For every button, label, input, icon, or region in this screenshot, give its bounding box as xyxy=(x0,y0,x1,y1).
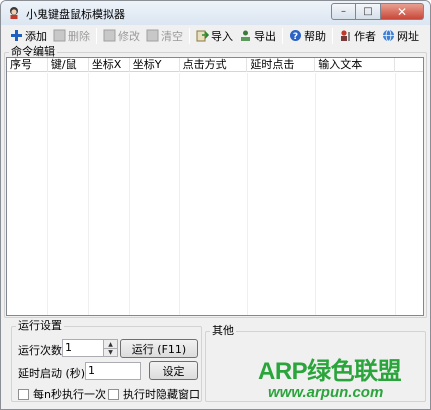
clear-button[interactable]: 清空 xyxy=(143,26,186,45)
export-label: 导出 xyxy=(254,29,276,43)
app-ghost-icon xyxy=(10,7,18,19)
delete-label: 删除 xyxy=(68,29,90,43)
clear-icon xyxy=(146,29,159,42)
other-label: 其他 xyxy=(210,324,236,337)
help-button[interactable]: ? 帮助 xyxy=(286,26,329,45)
run-count-label: 运行次数: xyxy=(18,344,66,357)
export-icon xyxy=(241,30,250,41)
toolbar-separator xyxy=(96,27,97,44)
title-bar[interactable]: 小鬼键盘鼠标模拟器 – □ ✕ xyxy=(1,1,430,25)
edit-label: 修改 xyxy=(118,29,140,43)
command-list-body[interactable] xyxy=(7,73,423,315)
author-label: 作者 xyxy=(354,29,376,43)
toolbar-separator xyxy=(189,27,190,44)
edit-icon xyxy=(103,29,116,42)
website-button[interactable]: 网址 xyxy=(379,26,422,45)
author-icon xyxy=(341,30,350,41)
window-title: 小鬼键盘鼠标模拟器 xyxy=(26,8,125,21)
column-header-x[interactable]: 坐标X xyxy=(89,58,130,72)
grid-column xyxy=(7,73,48,315)
run-button[interactable]: 运行 (F11) xyxy=(120,339,198,358)
column-header-click-mode[interactable]: 点击方式 xyxy=(180,58,248,72)
author-button[interactable]: 作者 xyxy=(336,26,379,45)
command-list-header: 序号 键/鼠 坐标X 坐标Y 点击方式 延时点击 输入文本 xyxy=(7,58,423,72)
add-button[interactable]: 添加 xyxy=(7,26,50,45)
import-label: 导入 xyxy=(211,29,233,43)
checkbox-hide-window-label: 执行时隐藏窗口 xyxy=(123,388,200,401)
grid-column xyxy=(180,73,248,315)
delay-start-input[interactable]: 1 xyxy=(85,362,141,380)
checkbox-hide-window[interactable]: 执行时隐藏窗口 xyxy=(108,386,200,402)
globe-icon xyxy=(383,29,394,42)
run-count-stepper[interactable]: ▲ ▼ xyxy=(103,339,118,357)
grid-column xyxy=(130,73,180,315)
close-button[interactable]: ✕ xyxy=(381,3,424,20)
clear-label: 清空 xyxy=(161,29,183,43)
watermark: ARP绿色联盟 www.arpun.com xyxy=(258,351,428,406)
column-header-delay-click[interactable]: 延时点击 xyxy=(247,58,316,72)
checkbox-every-n-seconds[interactable]: 每n秒执行一次 xyxy=(18,386,106,402)
website-label: 网址 xyxy=(397,29,419,43)
toolbar: 添加 删除 修改 清空 导入 导出 ? 帮助 作者 网址 xyxy=(1,25,430,46)
grid-column xyxy=(316,73,396,315)
column-header-y[interactable]: 坐标Y xyxy=(130,58,180,72)
column-header-input-text[interactable]: 输入文本 xyxy=(315,58,396,72)
import-icon xyxy=(196,30,209,42)
delete-button[interactable]: 删除 xyxy=(50,26,93,45)
command-list[interactable]: 序号 键/鼠 坐标X 坐标Y 点击方式 延时点击 输入文本 xyxy=(6,57,424,316)
grid-column xyxy=(89,73,130,315)
minimize-icon: – xyxy=(341,6,346,17)
watermark-url: www.arpun.com xyxy=(268,384,384,401)
minimize-button[interactable]: – xyxy=(331,3,356,20)
grid-column xyxy=(48,73,89,315)
toolbar-separator xyxy=(282,27,283,44)
edit-button[interactable]: 修改 xyxy=(100,26,143,45)
maximize-icon: □ xyxy=(363,6,373,17)
maximize-button[interactable]: □ xyxy=(356,3,381,20)
import-button[interactable]: 导入 xyxy=(193,26,236,45)
delay-start-label: 延时启动 (秒): xyxy=(18,367,89,380)
stepper-up-icon[interactable]: ▲ xyxy=(104,340,117,348)
run-count-input[interactable]: 1 xyxy=(62,339,104,357)
column-header-index[interactable]: 序号 xyxy=(7,58,48,72)
watermark-title: ARP绿色联盟 xyxy=(258,358,402,385)
grid-column xyxy=(248,73,316,315)
help-icon: ? xyxy=(290,30,301,42)
delete-icon xyxy=(53,29,66,42)
toolbar-separator xyxy=(332,27,333,44)
checkbox-box[interactable] xyxy=(18,388,29,400)
checkbox-box[interactable] xyxy=(108,388,119,400)
plus-icon xyxy=(11,30,22,41)
checkbox-every-n-seconds-label: 每n秒执行一次 xyxy=(33,388,106,401)
set-button[interactable]: 设定 xyxy=(149,361,198,380)
export-button[interactable]: 导出 xyxy=(236,26,279,45)
stepper-down-icon[interactable]: ▼ xyxy=(104,348,117,356)
help-label: 帮助 xyxy=(304,29,326,43)
svg-text:?: ? xyxy=(293,32,298,42)
add-label: 添加 xyxy=(25,29,47,43)
close-icon: ✕ xyxy=(396,4,408,19)
run-settings-label: 运行设置 xyxy=(16,319,64,332)
column-header-filler xyxy=(395,58,423,72)
window-controls: – □ ✕ xyxy=(331,3,424,20)
app-window: 小鬼键盘鼠标模拟器 – □ ✕ 添加 删除 修改 清空 导入 导出 ? 帮助 作… xyxy=(0,0,431,410)
column-header-key-mouse[interactable]: 键/鼠 xyxy=(48,58,89,72)
